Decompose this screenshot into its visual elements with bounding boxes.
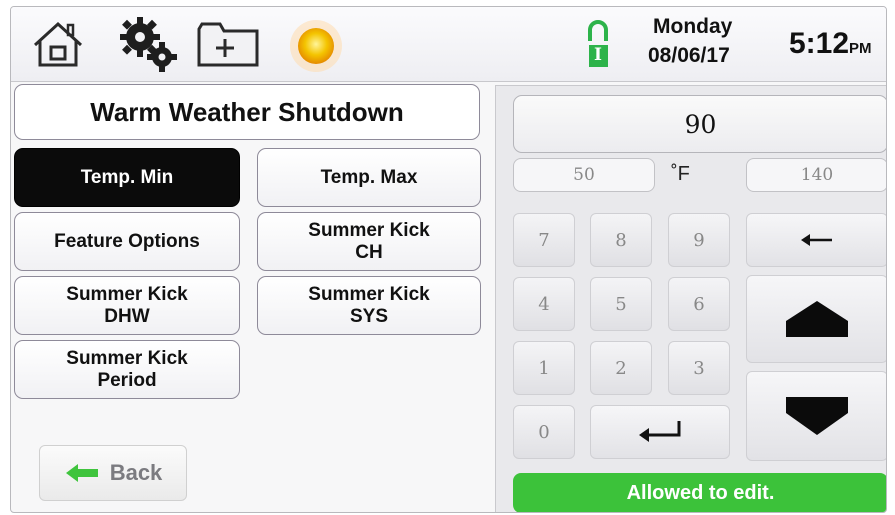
enter-button[interactable] <box>590 405 730 459</box>
button-label-line2: CH <box>355 241 383 263</box>
summer-kick-sys-button[interactable]: Summer Kick SYS <box>257 276 481 335</box>
day-label: Monday <box>653 15 733 38</box>
button-label: Temp. Max <box>320 166 418 188</box>
key-0[interactable]: 0 <box>513 405 575 459</box>
key-6[interactable]: 6 <box>668 277 730 331</box>
button-label-line2: Period <box>97 369 157 391</box>
key-8[interactable]: 8 <box>590 213 652 267</box>
enter-arrow-icon <box>639 421 681 442</box>
edit-status-bar: Allowed to edit. <box>513 473 886 512</box>
unit-label: ˚F <box>671 163 690 185</box>
top-bar: I Monday 08/06/17 5:12PM <box>11 7 886 82</box>
button-label: Feature Options <box>54 230 200 252</box>
key-7[interactable]: 7 <box>513 213 575 267</box>
feature-options-button[interactable]: Feature Options <box>14 212 240 271</box>
touch-screen: I Monday 08/06/17 5:12PM Warm Weather Sh… <box>10 6 887 513</box>
lock-badge-text: I <box>594 45 602 65</box>
add-folder-icon[interactable] <box>196 19 260 74</box>
gear-icon[interactable] <box>114 15 180 78</box>
key-2[interactable]: 2 <box>590 341 652 395</box>
key-5[interactable]: 5 <box>590 277 652 331</box>
sun-icon[interactable] <box>288 18 344 79</box>
temp-max-button[interactable]: Temp. Max <box>257 148 481 207</box>
back-arrow-icon <box>65 464 98 482</box>
button-label: Temp. Min <box>80 166 174 188</box>
button-label-line1: Summer Kick <box>66 347 188 369</box>
decrease-button[interactable] <box>746 371 886 461</box>
time-ampm: PM <box>849 40 872 57</box>
time-value: 5:12 <box>789 27 850 60</box>
max-value: 140 <box>746 158 886 192</box>
button-label-line1: Summer Kick <box>308 219 430 241</box>
button-label-line1: Summer Kick <box>308 283 430 305</box>
summer-kick-period-button[interactable]: Summer Kick Period <box>14 340 240 399</box>
lock-status-icon: I <box>584 17 612 76</box>
button-label-line1: Summer Kick <box>66 283 188 305</box>
key-4[interactable]: 4 <box>513 277 575 331</box>
page-title: Warm Weather Shutdown <box>14 84 480 140</box>
button-label-line2: SYS <box>349 305 389 327</box>
down-arrow-icon <box>786 397 848 435</box>
back-label: Back <box>109 460 163 485</box>
value-display[interactable]: 90 <box>513 95 886 153</box>
time-label: 5:12PM <box>789 27 872 61</box>
min-value: 50 <box>513 158 655 192</box>
key-3[interactable]: 3 <box>668 341 730 395</box>
key-1[interactable]: 1 <box>513 341 575 395</box>
left-arrow-icon <box>801 234 832 246</box>
temp-min-button[interactable]: Temp. Min <box>14 148 240 207</box>
date-label: 08/06/17 <box>648 44 730 67</box>
increase-button[interactable] <box>746 275 886 363</box>
summer-kick-dhw-button[interactable]: Summer Kick DHW <box>14 276 240 335</box>
backspace-button[interactable] <box>746 213 886 267</box>
button-label-line2: DHW <box>104 305 150 327</box>
up-arrow-icon <box>786 301 848 337</box>
back-button[interactable]: Back <box>39 445 187 501</box>
summer-kick-ch-button[interactable]: Summer Kick CH <box>257 212 481 271</box>
key-9[interactable]: 9 <box>668 213 730 267</box>
home-icon[interactable] <box>29 17 87 76</box>
